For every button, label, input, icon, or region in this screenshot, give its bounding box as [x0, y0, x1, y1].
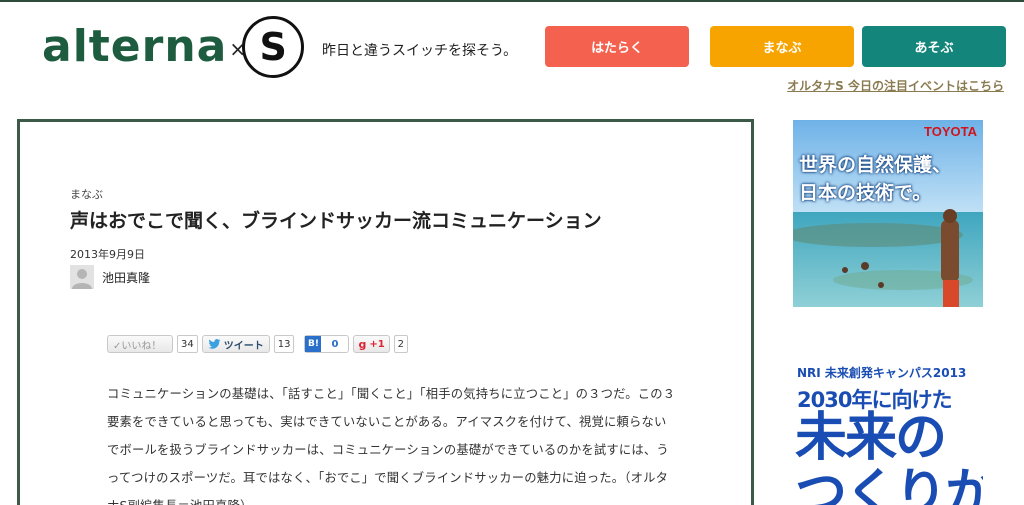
- author-avatar: [70, 265, 94, 289]
- person-icon: [70, 265, 94, 289]
- hatena-icon: B!: [305, 336, 322, 352]
- logo-wordmark: alterna: [42, 21, 228, 72]
- nri-ad-banner[interactable]: NRI 未来創発キャンパス2013 2030年に向けた 未来の つくりかた: [793, 360, 983, 505]
- google-icon: g: [358, 337, 367, 351]
- top-border: [0, 0, 1024, 2]
- like-button[interactable]: ✓いいね！: [107, 335, 173, 353]
- like-count: 34: [177, 335, 198, 353]
- site-logo[interactable]: alterna × S: [42, 12, 305, 82]
- ocean-photo: [793, 120, 983, 307]
- google-plus-label: +1: [369, 338, 385, 350]
- nav-button-manabu[interactable]: まなぶ: [710, 26, 854, 67]
- logo-s-circle: S: [242, 16, 305, 78]
- tweet-count: 13: [273, 335, 295, 353]
- nav-button-asobu[interactable]: あそぶ: [862, 26, 1006, 67]
- toyota-copy-1: 世界の自然保護、: [799, 154, 952, 176]
- toyota-copy-2: 日本の技術で。: [799, 182, 932, 204]
- logo-x: ×: [229, 37, 247, 61]
- tweet-label: ツイート: [223, 340, 264, 352]
- article-lead: コミュニケーションの基礎は、「話すこと」「聞くこと」「相手の気持ちに立つこと」の…: [107, 387, 676, 505]
- google-plus-button[interactable]: g +1: [353, 335, 390, 353]
- nav-button-hataraku[interactable]: はたらく: [545, 26, 689, 67]
- google-plus-count: 2: [393, 335, 409, 353]
- hatena-bookmark-button[interactable]: B! 0: [304, 335, 350, 353]
- toyota-brand: TOYOTA: [924, 124, 977, 139]
- event-link[interactable]: オルタナS 今日の注目イベントはこちら: [787, 77, 1004, 94]
- hatena-count: 0: [331, 338, 339, 350]
- author-name[interactable]: 池田真隆: [102, 269, 150, 286]
- article-date: 2013年9月9日: [70, 248, 145, 261]
- nri-headline-2: つくりかた: [795, 464, 983, 505]
- tweet-button[interactable]: ツイート: [201, 335, 270, 353]
- article-category[interactable]: まなぶ: [70, 186, 103, 202]
- article-title: 声はおでこで聞く、ブラインドサッカー流コミュニケーション: [70, 210, 602, 232]
- twitter-bird-icon: [208, 339, 221, 349]
- nri-header: NRI 未来創発キャンパス2013: [797, 366, 967, 380]
- nri-headline: 未来の: [795, 408, 947, 468]
- social-buttons: ✓いいね！ 34 ツイート 13 B! 0 g +1 2: [107, 334, 409, 354]
- tagline: 昨日と違うスイッチを探そう。: [322, 43, 518, 59]
- article-frame: まなぶ 声はおでこで聞く、ブラインドサッカー流コミュニケーション 2013年9月…: [17, 119, 754, 505]
- toyota-ad-banner[interactable]: TOYOTA 世界の自然保護、 日本の技術で。: [793, 120, 983, 307]
